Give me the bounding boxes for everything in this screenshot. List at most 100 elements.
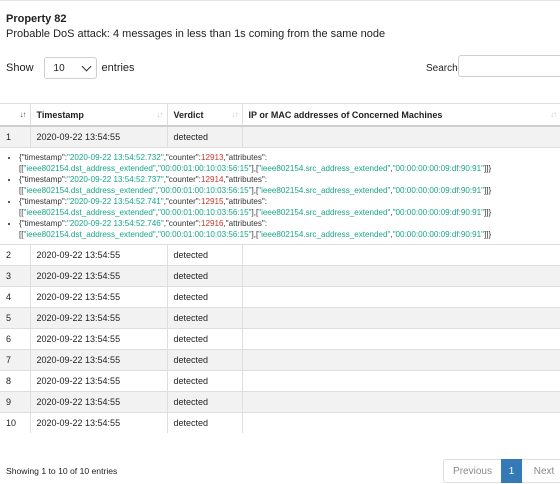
sort-icon: ↓↑ bbox=[550, 110, 557, 119]
list-item: {"timestamp":"2020-09-22 13:54:52.737","… bbox=[19, 174, 560, 196]
json-counter: 12915 bbox=[200, 197, 224, 206]
entries-select-value: 10 bbox=[53, 62, 65, 74]
json-dst-key: "ieee802154.dst_address_extended" bbox=[23, 230, 156, 239]
json-text: ,"counter": bbox=[163, 219, 201, 228]
search-input[interactable] bbox=[458, 55, 560, 77]
table-row[interactable]: 2 2020-09-22 13:54:55 detected bbox=[0, 244, 560, 266]
row-timestamp: 2020-09-22 13:54:55 bbox=[30, 328, 168, 350]
row-verdict: detected bbox=[167, 307, 243, 329]
row-addresses bbox=[242, 412, 560, 433]
json-timestamp: "2020-09-22 13:54:52.737" bbox=[67, 175, 164, 184]
json-dst-value: "00:00:01:00:10:03:56:15" bbox=[157, 164, 252, 173]
row-index: 2 bbox=[0, 244, 31, 266]
show-label: Show bbox=[6, 62, 34, 74]
table-row[interactable]: 10 2020-09-22 13:54:55 detected bbox=[0, 412, 560, 433]
json-text: {"timestamp": bbox=[19, 153, 68, 162]
property-description: Probable DoS attack: 4 messages in less … bbox=[6, 28, 386, 40]
json-src-value: "00:00:00:00:09:df:90:91" bbox=[392, 208, 484, 217]
row-verdict: detected bbox=[167, 265, 243, 287]
json-timestamp: "2020-09-22 13:54:52.746" bbox=[67, 219, 164, 228]
json-src-value: "00:00:00:00:09:df:90:91" bbox=[392, 230, 484, 239]
json-text: {"timestamp": bbox=[19, 219, 68, 228]
row-index: 8 bbox=[0, 370, 31, 392]
json-src-value: "00:00:00:00:09:df:90:91" bbox=[392, 164, 484, 173]
json-text: ,"counter": bbox=[163, 175, 201, 184]
json-timestamp: "2020-09-22 13:54:52.741" bbox=[67, 197, 164, 206]
json-text: ,"attributes": bbox=[223, 219, 267, 228]
row-verdict: detected bbox=[167, 391, 243, 413]
table-row[interactable]: 5 2020-09-22 13:54:55 detected bbox=[0, 307, 560, 329]
table-row[interactable]: 4 2020-09-22 13:54:55 detected bbox=[0, 286, 560, 308]
json-dst-key: "ieee802154.dst_address_extended" bbox=[23, 164, 156, 173]
table-row[interactable]: 3 2020-09-22 13:54:55 detected bbox=[0, 265, 560, 287]
column-header-addresses[interactable]: IP or MAC addresses of Concerned Machine… bbox=[242, 103, 560, 127]
row-index: 9 bbox=[0, 391, 31, 413]
row-detail: {"timestamp":"2020-09-22 13:54:52.732","… bbox=[0, 147, 560, 245]
row-addresses bbox=[242, 265, 560, 287]
sort-icon: ↓↑ bbox=[19, 110, 27, 119]
table-body: 12020-09-22 13:54:55detected {"timestamp"… bbox=[0, 125, 560, 433]
row-verdict: detected bbox=[167, 286, 243, 308]
next-page-button[interactable]: Next bbox=[522, 459, 560, 483]
table-row[interactable]: 9 2020-09-22 13:54:55 detected bbox=[0, 391, 560, 413]
json-dst-key: "ieee802154.dst_address_extended" bbox=[23, 186, 156, 195]
row-index: 4 bbox=[0, 286, 31, 308]
row-timestamp: 2020-09-22 13:54:55 bbox=[30, 307, 168, 329]
row-addresses bbox=[242, 370, 560, 392]
column-header-addresses-label: IP or MAC addresses of Concerned Machine… bbox=[248, 109, 443, 120]
entries-select[interactable]: 10 bbox=[43, 57, 97, 79]
page-1-button[interactable]: 1 bbox=[501, 459, 522, 483]
sort-icon: ↓↑ bbox=[156, 110, 164, 119]
json-dst-value: "00:00:01:00:10:03:56:15" bbox=[157, 208, 252, 217]
previous-page-button[interactable]: Previous bbox=[443, 459, 501, 483]
json-timestamp: "2020-09-22 13:54:52.732" bbox=[67, 153, 164, 162]
row-index: 3 bbox=[0, 265, 31, 287]
json-text: ,"attributes": bbox=[223, 197, 267, 206]
row-detail-cell: {"timestamp":"2020-09-22 13:54:52.732","… bbox=[0, 147, 560, 245]
column-header-index[interactable]: ↓↑ bbox=[0, 103, 31, 127]
json-text: {"timestamp": bbox=[19, 175, 68, 184]
row-timestamp: 2020-09-22 13:54:55 bbox=[30, 286, 168, 308]
table-info: Showing 1 to 10 of 10 entries bbox=[6, 466, 118, 476]
json-text: ,"counter": bbox=[163, 197, 201, 206]
list-item: {"timestamp":"2020-09-22 13:54:52.746","… bbox=[19, 218, 560, 240]
row-timestamp: 2020-09-22 13:54:55 bbox=[30, 265, 168, 287]
json-text: ]]} bbox=[483, 208, 492, 217]
message-list: {"timestamp":"2020-09-22 13:54:52.732","… bbox=[6, 152, 560, 240]
json-dst-key: "ieee802154.dst_address_extended" bbox=[23, 208, 156, 217]
length-control: Show 10 entries bbox=[6, 57, 135, 79]
table-row[interactable]: 1 2020-09-22 13:54:55 detected bbox=[0, 125, 560, 148]
json-text: ,"attributes": bbox=[223, 175, 267, 184]
column-header-verdict[interactable]: Verdict ↓↑ bbox=[167, 103, 243, 127]
column-header-timestamp-label: Timestamp bbox=[36, 109, 84, 120]
row-index: 10 bbox=[0, 412, 31, 433]
json-text: ,"attributes": bbox=[223, 153, 267, 162]
json-src-key: "ieee802154.src_address_extended" bbox=[258, 230, 391, 239]
top-divider bbox=[0, 0, 560, 1]
table-row[interactable]: 7 2020-09-22 13:54:55 detected bbox=[0, 349, 560, 371]
row-timestamp: 2020-09-22 13:54:55 bbox=[30, 370, 168, 392]
json-counter: 12913 bbox=[200, 153, 224, 162]
json-dst-value: "00:00:01:00:10:03:56:15" bbox=[157, 230, 252, 239]
json-dst-value: "00:00:01:00:10:03:56:15" bbox=[157, 186, 252, 195]
json-src-value: "00:00:00:00:09:df:90:91" bbox=[392, 186, 484, 195]
row-timestamp: 2020-09-22 13:54:55 bbox=[30, 125, 168, 148]
table-row[interactable]: 8 2020-09-22 13:54:55 detected bbox=[0, 370, 560, 392]
table-header-row: ↓↑ Timestamp ↓↑ Verdict ↓↑ IP or MAC addre… bbox=[0, 103, 560, 127]
column-header-timestamp[interactable]: Timestamp ↓↑ bbox=[30, 103, 168, 127]
json-text: ]]} bbox=[483, 186, 492, 195]
row-addresses bbox=[242, 244, 560, 266]
row-index: 6 bbox=[0, 328, 31, 350]
row-addresses bbox=[242, 349, 560, 371]
row-verdict: detected bbox=[167, 370, 243, 392]
row-timestamp: 2020-09-22 13:54:55 bbox=[30, 412, 168, 433]
list-item: {"timestamp":"2020-09-22 13:54:52.732" ,"… bbox=[19, 152, 560, 174]
row-verdict: detected bbox=[167, 412, 243, 433]
row-verdict: detected bbox=[167, 328, 243, 350]
table-row[interactable]: 6 2020-09-22 13:54:55 detected bbox=[0, 328, 560, 350]
row-addresses bbox=[242, 125, 560, 148]
row-verdict: detected bbox=[167, 349, 243, 371]
sort-icon: ↓↑ bbox=[231, 110, 239, 119]
json-text: ]]} bbox=[483, 164, 492, 173]
row-addresses bbox=[242, 391, 560, 413]
